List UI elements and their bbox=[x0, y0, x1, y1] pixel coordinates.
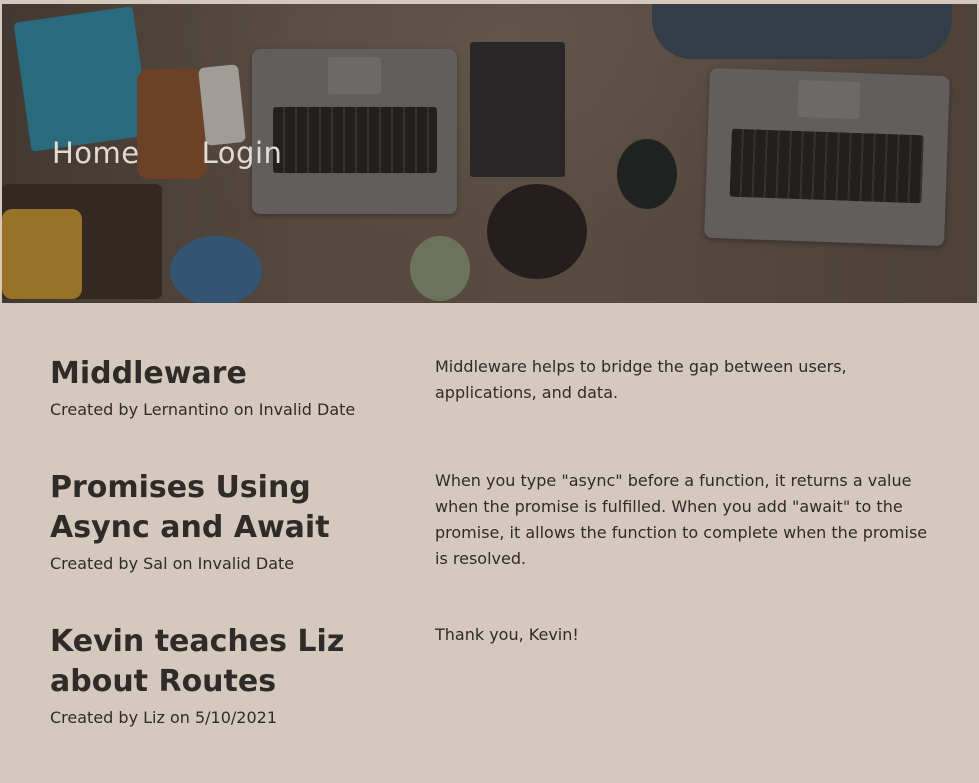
nav-login-link[interactable]: Login bbox=[202, 136, 283, 170]
post-body-container: Middleware helps to bridge the gap betwe… bbox=[435, 354, 940, 422]
post-body-container: Thank you, Kevin! bbox=[435, 622, 940, 730]
page: Home Login Middleware Created by Lernant… bbox=[0, 0, 979, 783]
post-meta: Created by Sal on Invalid Date bbox=[50, 554, 295, 573]
post-item[interactable]: Promises Using Async and Await Created b… bbox=[50, 468, 940, 576]
hero-header: Home Login bbox=[2, 4, 977, 303]
post-body: Middleware helps to bridge the gap betwe… bbox=[435, 357, 847, 402]
post-body: Thank you, Kevin! bbox=[435, 625, 579, 644]
main-nav: Home Login bbox=[52, 136, 282, 170]
post-item[interactable]: Middleware Created by Lernantino on Inva… bbox=[50, 354, 940, 422]
post-header: Kevin teaches Liz about Routes Created b… bbox=[50, 622, 410, 730]
post-title[interactable]: Middleware bbox=[50, 354, 410, 394]
post-body-container: When you type "async" before a function,… bbox=[435, 468, 940, 576]
post-header: Middleware Created by Lernantino on Inva… bbox=[50, 354, 410, 422]
post-meta: Created by Lernantino on Invalid Date bbox=[50, 400, 356, 419]
post-meta: Created by Liz on 5/10/2021 bbox=[50, 708, 278, 727]
post-body: When you type "async" before a function,… bbox=[435, 471, 928, 568]
nav-home-link[interactable]: Home bbox=[52, 136, 140, 170]
post-title[interactable]: Promises Using Async and Await bbox=[50, 468, 410, 548]
post-header: Promises Using Async and Await Created b… bbox=[50, 468, 410, 576]
post-item[interactable]: Kevin teaches Liz about Routes Created b… bbox=[50, 622, 940, 730]
post-title[interactable]: Kevin teaches Liz about Routes bbox=[50, 622, 410, 702]
